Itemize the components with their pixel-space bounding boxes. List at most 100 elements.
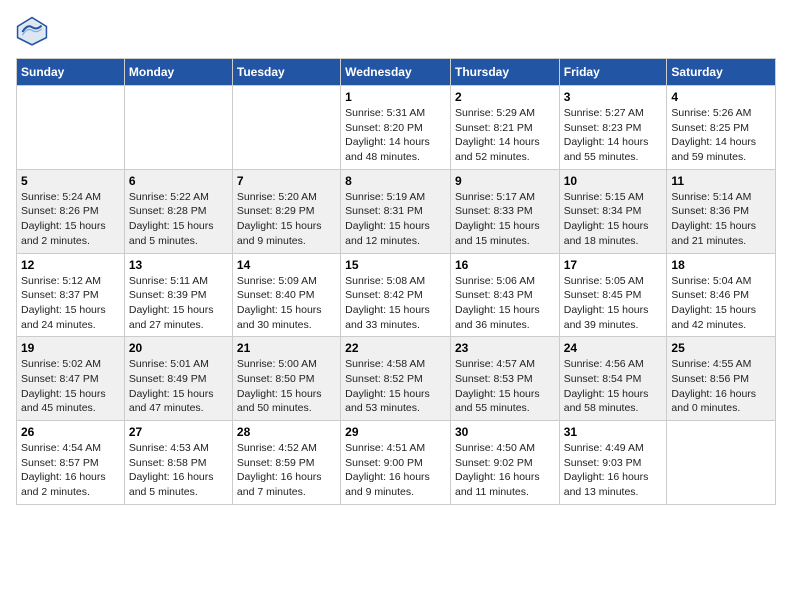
calendar-cell	[232, 86, 340, 170]
day-info: Sunrise: 5:11 AM Sunset: 8:39 PM Dayligh…	[129, 274, 228, 333]
calendar-cell: 20 Sunrise: 5:01 AM Sunset: 8:49 PM Dayli…	[124, 337, 232, 421]
calendar-cell	[667, 421, 776, 505]
day-info: Sunrise: 5:27 AM Sunset: 8:23 PM Dayligh…	[564, 106, 663, 165]
calendar-cell: 27 Sunrise: 4:53 AM Sunset: 8:58 PM Dayli…	[124, 421, 232, 505]
day-number: 6	[129, 174, 228, 188]
day-number: 5	[21, 174, 120, 188]
logo-icon	[16, 16, 48, 48]
day-number: 15	[345, 258, 446, 272]
calendar-cell	[124, 86, 232, 170]
day-number: 13	[129, 258, 228, 272]
day-number: 23	[455, 341, 555, 355]
calendar-cell: 2 Sunrise: 5:29 AM Sunset: 8:21 PM Daylig…	[450, 86, 559, 170]
calendar-cell: 10Sunrise: 5:15 AM Sunset: 8:34 PM Dayli…	[559, 169, 667, 253]
day-number: 10	[564, 174, 663, 188]
day-info: Sunrise: 4:51 AM Sunset: 9:00 PM Dayligh…	[345, 441, 446, 500]
calendar-cell: 30 Sunrise: 4:50 AM Sunset: 9:02 PM Dayli…	[450, 421, 559, 505]
calendar-cell: 8 Sunrise: 5:19 AM Sunset: 8:31 PM Daylig…	[341, 169, 451, 253]
day-info: Sunrise: 5:24 AM Sunset: 8:26 PM Dayligh…	[21, 190, 120, 249]
day-info: Sunrise: 5:20 AM Sunset: 8:29 PM Dayligh…	[237, 190, 336, 249]
day-number: 26	[21, 425, 120, 439]
dow-header-tuesday: Tuesday	[232, 59, 340, 86]
day-info: Sunrise: 5:05 AM Sunset: 8:45 PM Dayligh…	[564, 274, 663, 333]
calendar-cell: 24 Sunrise: 4:56 AM Sunset: 8:54 PM Dayli…	[559, 337, 667, 421]
day-number: 28	[237, 425, 336, 439]
calendar-cell: 7 Sunrise: 5:20 AM Sunset: 8:29 PM Daylig…	[232, 169, 340, 253]
day-info: Sunrise: 4:53 AM Sunset: 8:58 PM Dayligh…	[129, 441, 228, 500]
calendar-cell: 28 Sunrise: 4:52 AM Sunset: 8:59 PM Dayli…	[232, 421, 340, 505]
day-info: Sunrise: 5:29 AM Sunset: 8:21 PM Dayligh…	[455, 106, 555, 165]
calendar-table: SundayMondayTuesdayWednesdayThursdayFrid…	[16, 58, 776, 505]
day-info: Sunrise: 5:06 AM Sunset: 8:43 PM Dayligh…	[455, 274, 555, 333]
day-number: 25	[671, 341, 771, 355]
day-number: 20	[129, 341, 228, 355]
day-number: 29	[345, 425, 446, 439]
day-number: 14	[237, 258, 336, 272]
day-info: Sunrise: 5:17 AM Sunset: 8:33 PM Dayligh…	[455, 190, 555, 249]
calendar-cell: 17 Sunrise: 5:05 AM Sunset: 8:45 PM Dayli…	[559, 253, 667, 337]
day-number: 18	[671, 258, 771, 272]
day-info: Sunrise: 5:19 AM Sunset: 8:31 PM Dayligh…	[345, 190, 446, 249]
dow-header-thursday: Thursday	[450, 59, 559, 86]
calendar-cell: 4 Sunrise: 5:26 AM Sunset: 8:25 PM Daylig…	[667, 86, 776, 170]
logo	[16, 16, 54, 48]
day-number: 11	[671, 174, 771, 188]
day-info: Sunrise: 4:54 AM Sunset: 8:57 PM Dayligh…	[21, 441, 120, 500]
day-number: 1	[345, 90, 446, 104]
calendar-cell: 11 Sunrise: 5:14 AM Sunset: 8:36 PM Dayli…	[667, 169, 776, 253]
day-info: Sunrise: 4:49 AM Sunset: 9:03 PM Dayligh…	[564, 441, 663, 500]
dow-header-wednesday: Wednesday	[341, 59, 451, 86]
day-number: 30	[455, 425, 555, 439]
calendar-cell: 25 Sunrise: 4:55 AM Sunset: 8:56 PM Dayli…	[667, 337, 776, 421]
calendar-cell: 18 Sunrise: 5:04 AM Sunset: 8:46 PM Dayli…	[667, 253, 776, 337]
day-info: Sunrise: 5:04 AM Sunset: 8:46 PM Dayligh…	[671, 274, 771, 333]
calendar-cell: 31Sunrise: 4:49 AM Sunset: 9:03 PM Dayli…	[559, 421, 667, 505]
day-info: Sunrise: 5:14 AM Sunset: 8:36 PM Dayligh…	[671, 190, 771, 249]
calendar-cell: 26 Sunrise: 4:54 AM Sunset: 8:57 PM Dayli…	[17, 421, 125, 505]
calendar-cell: 15 Sunrise: 5:08 AM Sunset: 8:42 PM Dayli…	[341, 253, 451, 337]
day-info: Sunrise: 4:56 AM Sunset: 8:54 PM Dayligh…	[564, 357, 663, 416]
day-info: Sunrise: 4:58 AM Sunset: 8:52 PM Dayligh…	[345, 357, 446, 416]
day-info: Sunrise: 5:01 AM Sunset: 8:49 PM Dayligh…	[129, 357, 228, 416]
day-info: Sunrise: 4:50 AM Sunset: 9:02 PM Dayligh…	[455, 441, 555, 500]
calendar-cell: 23Sunrise: 4:57 AM Sunset: 8:53 PM Dayli…	[450, 337, 559, 421]
day-number: 9	[455, 174, 555, 188]
day-number: 22	[345, 341, 446, 355]
calendar-cell: 12Sunrise: 5:12 AM Sunset: 8:37 PM Dayli…	[17, 253, 125, 337]
day-number: 16	[455, 258, 555, 272]
calendar-cell: 3 Sunrise: 5:27 AM Sunset: 8:23 PM Daylig…	[559, 86, 667, 170]
dow-header-monday: Monday	[124, 59, 232, 86]
day-number: 8	[345, 174, 446, 188]
calendar-cell: 19 Sunrise: 5:02 AM Sunset: 8:47 PM Dayli…	[17, 337, 125, 421]
calendar-cell: 29 Sunrise: 4:51 AM Sunset: 9:00 PM Dayli…	[341, 421, 451, 505]
day-number: 24	[564, 341, 663, 355]
day-number: 7	[237, 174, 336, 188]
dow-header-sunday: Sunday	[17, 59, 125, 86]
day-number: 3	[564, 90, 663, 104]
calendar-cell	[17, 86, 125, 170]
day-number: 2	[455, 90, 555, 104]
day-number: 27	[129, 425, 228, 439]
day-info: Sunrise: 5:22 AM Sunset: 8:28 PM Dayligh…	[129, 190, 228, 249]
calendar-cell: 5 Sunrise: 5:24 AM Sunset: 8:26 PM Daylig…	[17, 169, 125, 253]
calendar-cell: 6 Sunrise: 5:22 AM Sunset: 8:28 PM Daylig…	[124, 169, 232, 253]
calendar-cell: 14Sunrise: 5:09 AM Sunset: 8:40 PM Dayli…	[232, 253, 340, 337]
page-header	[16, 16, 776, 48]
day-info: Sunrise: 5:02 AM Sunset: 8:47 PM Dayligh…	[21, 357, 120, 416]
day-info: Sunrise: 5:12 AM Sunset: 8:37 PM Dayligh…	[21, 274, 120, 333]
calendar-cell: 22 Sunrise: 4:58 AM Sunset: 8:52 PM Dayli…	[341, 337, 451, 421]
calendar-cell: 13 Sunrise: 5:11 AM Sunset: 8:39 PM Dayli…	[124, 253, 232, 337]
day-number: 4	[671, 90, 771, 104]
day-info: Sunrise: 5:31 AM Sunset: 8:20 PM Dayligh…	[345, 106, 446, 165]
day-info: Sunrise: 4:52 AM Sunset: 8:59 PM Dayligh…	[237, 441, 336, 500]
day-info: Sunrise: 4:55 AM Sunset: 8:56 PM Dayligh…	[671, 357, 771, 416]
day-number: 17	[564, 258, 663, 272]
day-info: Sunrise: 5:00 AM Sunset: 8:50 PM Dayligh…	[237, 357, 336, 416]
day-info: Sunrise: 5:08 AM Sunset: 8:42 PM Dayligh…	[345, 274, 446, 333]
calendar-cell: 16 Sunrise: 5:06 AM Sunset: 8:43 PM Dayli…	[450, 253, 559, 337]
calendar-cell: 21 Sunrise: 5:00 AM Sunset: 8:50 PM Dayli…	[232, 337, 340, 421]
dow-header-saturday: Saturday	[667, 59, 776, 86]
day-info: Sunrise: 5:26 AM Sunset: 8:25 PM Dayligh…	[671, 106, 771, 165]
day-number: 21	[237, 341, 336, 355]
day-number: 19	[21, 341, 120, 355]
